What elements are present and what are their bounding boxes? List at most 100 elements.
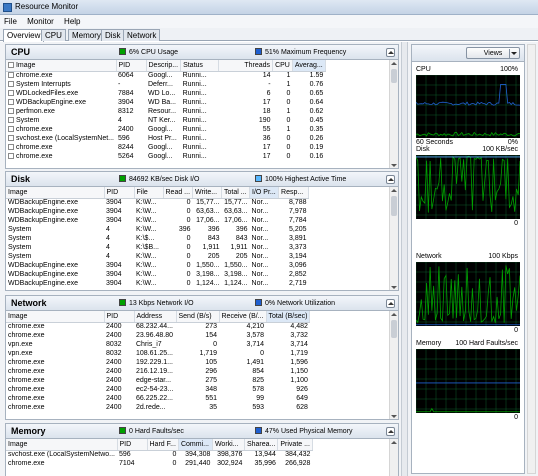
memory-col-image[interactable]: Image <box>6 439 118 451</box>
network-table-row[interactable]: chrome.exe 2400 23.96.48.80 154 3,578 3,732 <box>6 331 310 340</box>
views-dropdown-button[interactable]: Views <box>466 47 520 59</box>
row-checkbox[interactable] <box>8 117 14 123</box>
row-checkbox[interactable] <box>8 135 14 141</box>
tab-cpu[interactable]: CPU <box>41 29 66 41</box>
row-checkbox[interactable] <box>8 126 14 132</box>
disk-col-response[interactable]: Resp... <box>278 187 310 199</box>
cpu-scroll-thumb[interactable] <box>391 69 397 83</box>
cpu-scrollbar[interactable] <box>389 60 398 168</box>
disk-table-row[interactable]: WDBackupEngine.exe 3904 K:\W... 0 17,06... 17… <box>6 216 309 225</box>
row-checkbox[interactable] <box>8 99 14 105</box>
cpu-col-threads[interactable]: Threads <box>218 60 274 72</box>
pane-splitter[interactable] <box>401 42 408 476</box>
network-table-row[interactable]: vpn.exe 8032 Chris_i7 0 3,714 3,714 <box>6 340 310 349</box>
tab-overview[interactable]: Overview <box>3 29 45 42</box>
disk-table-row[interactable]: System 4 K:\$... 0 843 843 Nor... 3,891 <box>6 234 309 243</box>
scroll-up-icon[interactable] <box>390 439 398 447</box>
row-checkbox[interactable] <box>8 90 14 96</box>
network-table-row[interactable]: chrome.exe 2400 2d.rede... 35 593 628 <box>6 403 310 412</box>
memory-col-private[interactable]: Private ... <box>277 439 313 451</box>
row-checkbox[interactable] <box>8 153 14 159</box>
disk-col-io-priority[interactable]: I/O Pr... <box>249 187 280 199</box>
memory-scrollbar[interactable] <box>389 439 398 476</box>
tab-memory[interactable]: Memory <box>68 29 105 41</box>
cpu-col-status[interactable]: Status <box>180 60 220 72</box>
cpu-table-row[interactable]: System Interrupts - Deferr... Runni... - 1 0.7… <box>6 80 325 89</box>
disk-col-image[interactable]: Image <box>6 187 105 199</box>
memory-col-shareable[interactable]: Sharea... <box>244 439 279 451</box>
cpu-col-average[interactable]: Averag... <box>292 60 326 72</box>
disk-col-write[interactable]: Write... <box>192 187 223 199</box>
select-all-checkbox[interactable] <box>8 61 14 68</box>
network-table-row[interactable]: chrome.exe 2400 66.225.22... 551 99 649 <box>6 394 310 403</box>
disk-table-row[interactable]: WDBackupEngine.exe 3904 K:\W... 0 63,63... 63… <box>6 207 309 216</box>
network-col-image[interactable]: Image <box>6 311 105 323</box>
disk-table-row[interactable]: WDBackupEngine.exe 3904 K:\W... 0 1,550... 1,… <box>6 261 309 270</box>
collapse-disk-icon[interactable] <box>386 175 395 184</box>
network-table-row[interactable]: chrome.exe 2400 ec2-54-23... 348 578 926 <box>6 385 310 394</box>
cpu-table-row[interactable]: chrome.exe 6064 Googl... Runni... 14 1 1.59 <box>6 71 325 80</box>
disk-scroll-thumb[interactable] <box>391 196 397 216</box>
disk-col-total[interactable]: Total ... <box>221 187 251 199</box>
network-table-row[interactable]: chrome.exe 2400 216.12.19... 296 854 1,150 <box>6 367 310 376</box>
network-table-row[interactable]: chrome.exe 2400 68.232.44... 273 4,210 4,482 <box>6 322 310 331</box>
memory-col-working-set[interactable]: Worki... <box>212 439 245 451</box>
cpu-col-image[interactable]: Image <box>6 60 117 72</box>
network-col-pid[interactable]: PID <box>104 311 135 323</box>
disk-table-row[interactable]: System 4 K:\$B... 0 1,911 1,911 Nor... 3,373 <box>6 243 309 252</box>
cpu-col-description[interactable]: Descrip... <box>146 60 182 72</box>
disk-table-row[interactable]: System 4 K:\W... 0 205 205 Nor... 3,194 <box>6 252 309 261</box>
row-checkbox[interactable] <box>8 108 14 114</box>
memory-table-row[interactable]: svchost.exe (LocalSystemNetwo... 596 0 394,… <box>6 450 312 459</box>
network-scrollbar[interactable] <box>389 311 398 419</box>
scroll-down-icon[interactable] <box>390 412 398 419</box>
cpu-col-cpu[interactable]: CPU <box>272 60 293 72</box>
network-table-row[interactable]: vpn.exe 8032 108.61.25... 1,719 0 1,719 <box>6 349 310 358</box>
disk-col-pid[interactable]: PID <box>104 187 135 199</box>
row-checkbox[interactable] <box>8 144 14 150</box>
cpu-table-row[interactable]: svchost.exe (LocalSystemNet... 596 Host Pr… <box>6 134 325 143</box>
cpu-col-pid[interactable]: PID <box>116 60 147 72</box>
network-table-row[interactable]: chrome.exe 2400 edge-star... 275 825 1,100 <box>6 376 310 385</box>
disk-table-row[interactable]: WDBackupEngine.exe 3904 K:\W... 0 15,77... 15… <box>6 198 309 207</box>
menu-help[interactable]: Help <box>60 15 84 26</box>
network-col-address[interactable]: Address <box>134 311 177 323</box>
disk-scrollbar[interactable] <box>389 187 398 290</box>
disk-table-row[interactable]: WDBackupEngine.exe 3904 K:\W... 0 1,124... 1,… <box>6 279 309 288</box>
cpu-table-row[interactable]: chrome.exe 5264 Googl... Runni... 17 0 0.16 <box>6 152 325 161</box>
cpu-table-row[interactable]: System 4 NT Ker... Runni... 190 0 0.45 <box>6 116 325 125</box>
network-table-row[interactable]: chrome.exe 2400 192.229.1... 105 1,491 1,596 <box>6 358 310 367</box>
scroll-up-icon[interactable] <box>390 311 398 319</box>
collapse-cpu-icon[interactable] <box>386 48 395 57</box>
memory-col-pid[interactable]: PID <box>117 439 148 451</box>
memory-section-header[interactable]: Memory 0 Hard Faults/sec 47% Used Physic… <box>6 424 398 439</box>
network-col-receive[interactable]: Receive (B/... <box>219 311 267 323</box>
disk-table-row[interactable]: WDBackupEngine.exe 3904 K:\W... 0 3,198... 3,… <box>6 270 309 279</box>
graph-pane-scrollbar[interactable] <box>527 44 536 474</box>
cpu-table-row[interactable]: WDLockedFiles.exe 7884 WD Lo... Runni... 6 0 0… <box>6 89 325 98</box>
network-scroll-thumb[interactable] <box>391 320 397 338</box>
cpu-table-row[interactable]: chrome.exe 8244 Googl... Runni... 17 0 0.19 <box>6 143 325 152</box>
disk-section-header[interactable]: Disk 84692 KB/sec Disk I/O 100% Highest … <box>6 172 398 187</box>
disk-col-file[interactable]: File <box>134 187 164 199</box>
network-section-header[interactable]: Network 13 Kbps Network I/O 0% Network U… <box>6 296 398 311</box>
cpu-table-row[interactable]: WDBackupEngine.exe 3904 WD Ba... Runni... 17… <box>6 98 325 107</box>
disk-table-row[interactable]: System 4 K:\W... 396 396 396 Nor... 5,205 <box>6 225 309 234</box>
cpu-table-row[interactable]: chrome.exe 2400 Googl... Runni... 55 1 0.35 <box>6 125 325 134</box>
memory-col-commit[interactable]: Commi... <box>178 439 213 451</box>
row-checkbox[interactable] <box>8 81 14 87</box>
collapse-network-icon[interactable] <box>386 299 395 308</box>
cpu-table-row[interactable]: perfmon.exe 8312 Resour... Runni... 18 1 0.62 <box>6 107 325 116</box>
tab-network[interactable]: Network <box>123 29 161 41</box>
memory-table-row[interactable]: chrome.exe 7104 0 291,440 302,924 35,996 266,9… <box>6 459 312 468</box>
network-col-total[interactable]: Total (B/sec) <box>266 311 311 323</box>
scroll-up-icon[interactable] <box>390 187 398 195</box>
memory-col-hard-faults[interactable]: Hard F... <box>147 439 179 451</box>
menu-file[interactable]: File <box>0 15 21 26</box>
scroll-up-icon[interactable] <box>390 60 398 68</box>
tab-disk[interactable]: Disk <box>101 29 125 41</box>
network-col-send[interactable]: Send (B/s) <box>176 311 220 323</box>
menu-monitor[interactable]: Monitor <box>23 15 58 26</box>
collapse-memory-icon[interactable] <box>386 427 395 436</box>
disk-col-read[interactable]: Read ... <box>163 187 194 199</box>
